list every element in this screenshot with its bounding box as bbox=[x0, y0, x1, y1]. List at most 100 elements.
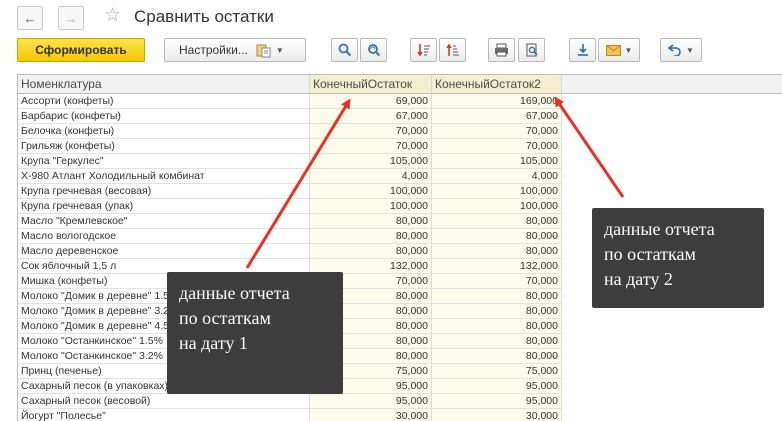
column-header-name[interactable]: Номенклатура bbox=[18, 75, 309, 93]
cell-end-balance-2: 80,000 bbox=[431, 349, 562, 364]
cell-name: Сахарный песок (весовой) bbox=[18, 394, 309, 409]
table-row[interactable]: Молоко "Домик в деревне" 4.5% 80,000 80,00… bbox=[18, 319, 782, 334]
settings-button-label: Настройки... bbox=[179, 43, 248, 57]
callout-line: по остаткам bbox=[604, 244, 696, 264]
sort-ascending-icon bbox=[445, 43, 460, 57]
undo-icon bbox=[668, 44, 682, 56]
cell-end-balance-2: 70,000 bbox=[431, 139, 562, 154]
download-icon bbox=[576, 43, 590, 57]
callout-line: по остаткам bbox=[179, 308, 271, 328]
cell-name: Масло деревенское bbox=[18, 244, 309, 259]
search-icon bbox=[338, 43, 352, 57]
callout-date-2: данные отчета по остаткам на дату 2 bbox=[592, 208, 764, 308]
chevron-down-icon: ▼ bbox=[624, 45, 633, 55]
settings-button[interactable]: Настройки... ▼ bbox=[164, 38, 306, 62]
cell-name: Йогурт "Полесье" bbox=[18, 409, 309, 421]
cell-name: Грильяж (конфеты) bbox=[18, 139, 309, 154]
cell-end-balance-2: 70,000 bbox=[431, 124, 562, 139]
toolbar: Сформировать Настройки... ▼ ▼ ▼ bbox=[0, 36, 782, 68]
cell-end-balance-2: 100,000 bbox=[431, 199, 562, 214]
cell-name: Барбарис (конфеты) bbox=[18, 109, 309, 124]
generate-button[interactable]: Сформировать bbox=[17, 38, 145, 62]
callout-line: данные отчета bbox=[179, 283, 290, 303]
cell-name: Масло вологодское bbox=[18, 229, 309, 244]
sort-descending-button[interactable] bbox=[410, 38, 437, 62]
column-header-end-balance[interactable]: КонечныйОстаток bbox=[309, 75, 431, 93]
cell-end-balance-2: 95,000 bbox=[431, 394, 562, 409]
cell-end-balance-2: 132,000 bbox=[431, 259, 562, 274]
print-icon bbox=[494, 43, 509, 57]
cell-end-balance-2: 80,000 bbox=[431, 244, 562, 259]
cell-name: X-980 Атлант Холодильный комбинат bbox=[18, 169, 309, 184]
cell-end-balance: 4,000 bbox=[309, 169, 431, 184]
cell-end-balance-2: 75,000 bbox=[431, 364, 562, 379]
chevron-down-icon: ▼ bbox=[686, 45, 694, 55]
cell-name: Крупа гречневая (весовая) bbox=[18, 184, 309, 199]
cell-end-balance-2: 95,000 bbox=[431, 379, 562, 394]
table-row[interactable]: Грильяж (конфеты) 70,000 70,000 bbox=[18, 139, 782, 154]
cell-end-balance: 67,000 bbox=[309, 109, 431, 124]
cell-end-balance-2: 80,000 bbox=[431, 319, 562, 334]
callout-line: данные отчета bbox=[604, 219, 715, 239]
cell-end-balance: 100,000 bbox=[309, 184, 431, 199]
cell-end-balance: 95,000 bbox=[309, 394, 431, 409]
table-row[interactable]: Йогурт "Полесье" 30,000 30,000 bbox=[18, 409, 782, 421]
cell-name: Белочка (конфеты) bbox=[18, 124, 309, 139]
download-button[interactable] bbox=[569, 38, 596, 62]
page-title: Сравнить остатки bbox=[134, 7, 274, 26]
cell-name: Масло "Кремлевское" bbox=[18, 214, 309, 229]
callout-line: на дату 1 bbox=[179, 333, 248, 353]
table-row[interactable]: Молоко "Останкинское" 1.5% 80,000 80,000 bbox=[18, 334, 782, 349]
cell-end-balance-2: 80,000 bbox=[431, 214, 562, 229]
email-button[interactable]: ▼ bbox=[598, 38, 640, 62]
cell-end-balance-2: 100,000 bbox=[431, 184, 562, 199]
cell-end-balance-2: 80,000 bbox=[431, 304, 562, 319]
envelope-icon bbox=[605, 44, 621, 56]
table-row[interactable]: Сахарный песок (в упаковках) 95,000 95,000 bbox=[18, 379, 782, 394]
variant-icon bbox=[256, 42, 272, 58]
star-icon[interactable]: ☆ bbox=[104, 5, 121, 27]
print-preview-button[interactable] bbox=[518, 38, 545, 62]
cell-end-balance: 69,000 bbox=[309, 94, 431, 109]
forward-arrow-icon: → bbox=[64, 10, 78, 26]
table-row[interactable]: Белочка (конфеты) 70,000 70,000 bbox=[18, 124, 782, 139]
undo-button[interactable]: ▼ bbox=[660, 38, 702, 62]
table-row[interactable]: Сахарный песок (весовой) 95,000 95,000 bbox=[18, 394, 782, 409]
callout-date-1: данные отчета по остаткам на дату 1 bbox=[167, 272, 343, 394]
cell-name: Крупа "Геркулес" bbox=[18, 154, 309, 169]
search-refresh-button[interactable] bbox=[360, 38, 387, 62]
cell-end-balance-2: 80,000 bbox=[431, 334, 562, 349]
forward-button[interactable]: → bbox=[58, 6, 84, 30]
table-row[interactable]: Барбарис (конфеты) 67,000 67,000 bbox=[18, 109, 782, 124]
cell-end-balance: 70,000 bbox=[309, 139, 431, 154]
table-row[interactable]: X-980 Атлант Холодильный комбинат 4,000 4,… bbox=[18, 169, 782, 184]
cell-end-balance: 80,000 bbox=[309, 214, 431, 229]
table-row[interactable]: Крупа гречневая (весовая) 100,000 100,000 bbox=[18, 184, 782, 199]
cell-end-balance: 80,000 bbox=[309, 244, 431, 259]
cell-end-balance: 30,000 bbox=[309, 409, 431, 421]
cell-end-balance: 105,000 bbox=[309, 154, 431, 169]
cell-end-balance: 80,000 bbox=[309, 229, 431, 244]
print-button[interactable] bbox=[488, 38, 515, 62]
search-button[interactable] bbox=[331, 38, 358, 62]
cell-end-balance-2: 4,000 bbox=[431, 169, 562, 184]
table-header: Номенклатура КонечныйОстаток КонечныйОст… bbox=[18, 75, 782, 94]
generate-button-label: Сформировать bbox=[35, 43, 127, 57]
cell-end-balance-2: 169,000 bbox=[431, 94, 562, 109]
cell-end-balance-2: 80,000 bbox=[431, 289, 562, 304]
cell-end-balance: 70,000 bbox=[309, 124, 431, 139]
table-row[interactable]: Принц (печенье) 75,000 75,000 bbox=[18, 364, 782, 379]
cell-end-balance-2: 67,000 bbox=[431, 109, 562, 124]
table-row[interactable]: Крупа "Геркулес" 105,000 105,000 bbox=[18, 154, 782, 169]
cell-name: Ассорти (конфеты) bbox=[18, 94, 309, 109]
table-row[interactable]: Молоко "Останкинское" 3.2% 80,000 80,000 bbox=[18, 349, 782, 364]
callout-line: на дату 2 bbox=[604, 269, 673, 289]
sort-ascending-button[interactable] bbox=[439, 38, 466, 62]
sort-descending-icon bbox=[416, 43, 431, 57]
column-header-end-balance-2[interactable]: КонечныйОстаток2 bbox=[431, 75, 562, 93]
table-row[interactable]: Ассорти (конфеты) 69,000 169,000 bbox=[18, 94, 782, 109]
cell-end-balance-2: 105,000 bbox=[431, 154, 562, 169]
chevron-down-icon: ▼ bbox=[275, 45, 284, 55]
back-button[interactable]: ← bbox=[17, 6, 43, 30]
cell-name: Крупа гречневая (упак) bbox=[18, 199, 309, 214]
